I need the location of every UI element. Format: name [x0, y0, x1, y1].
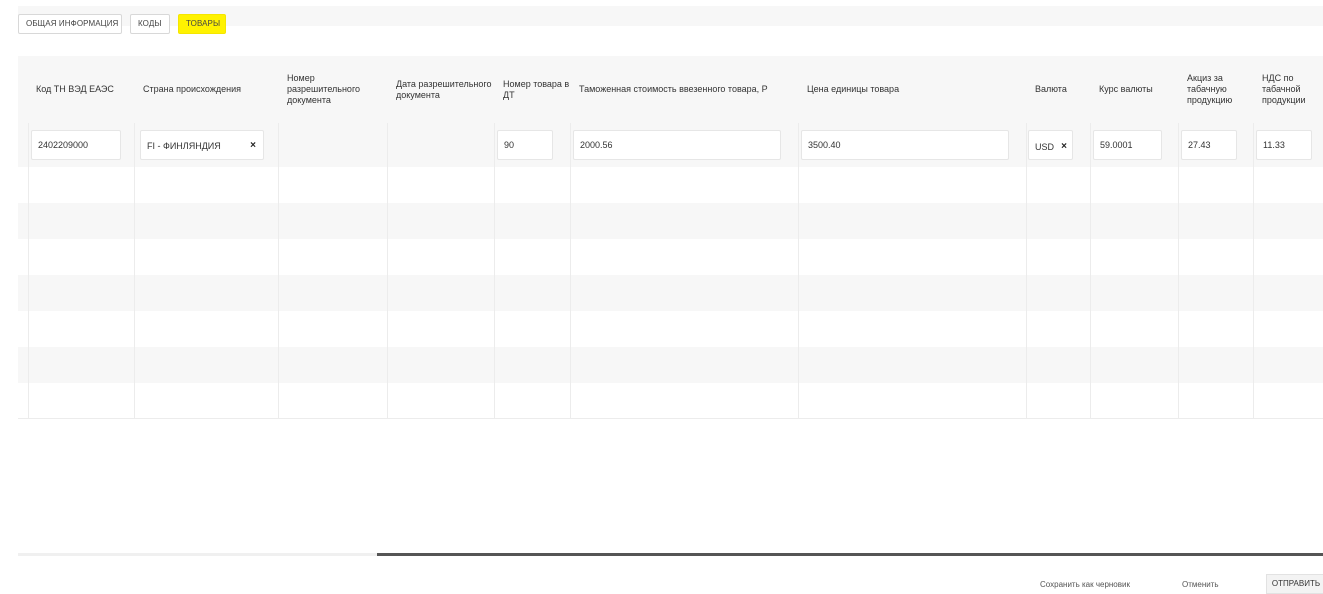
column-divider — [1026, 123, 1027, 418]
table-row — [18, 383, 1323, 419]
currency-value: USD — [1035, 142, 1055, 152]
table-row: 2402209000 FI - ФИНЛЯНДИЯ × 90 2000.56 3… — [18, 123, 1323, 167]
table-row — [18, 167, 1323, 203]
tab-goods[interactable]: ТОВАРЫ — [178, 14, 226, 34]
column-header-customs-value: Таможенная стоимость ввезенного товара, … — [579, 84, 768, 94]
column-header-tnved: Код ТН ВЭД ЕАЭС — [36, 84, 114, 94]
column-divider — [28, 123, 29, 418]
table-row — [18, 239, 1323, 275]
unit-price-input[interactable]: 3500.40 — [801, 130, 1009, 160]
column-header-vat: НДС по табачной продукции — [1262, 73, 1306, 105]
column-divider — [1178, 123, 1179, 418]
column-header-permit-number: Номер разрешительного документа — [287, 73, 361, 105]
column-divider — [798, 123, 799, 418]
excise-input[interactable]: 27.43 — [1181, 130, 1237, 160]
column-header-permit-date: Дата разрешительного документа — [396, 78, 492, 100]
country-select[interactable]: FI - ФИНЛЯНДИЯ × — [140, 130, 264, 160]
tab-codes[interactable]: КОДЫ — [130, 14, 170, 34]
exchange-rate-input[interactable]: 59.0001 — [1093, 130, 1162, 160]
table-row — [18, 311, 1323, 347]
goods-number-input[interactable]: 90 — [497, 130, 553, 160]
cancel-button[interactable]: Отменить — [1182, 577, 1219, 593]
column-divider — [387, 123, 388, 418]
table-row — [18, 203, 1323, 239]
column-header-goods-number: Номер товара в ДТ — [503, 78, 570, 100]
send-button[interactable]: ОТПРАВИТЬ — [1266, 574, 1323, 594]
clear-country-icon[interactable]: × — [250, 131, 256, 161]
column-header-excise: Акциз за табачную продукцию — [1187, 73, 1233, 105]
horizontal-scrollbar-thumb[interactable] — [377, 553, 1323, 556]
column-header-currency: Валюта — [1035, 84, 1067, 94]
table-row — [18, 347, 1323, 383]
column-divider — [1090, 123, 1091, 418]
column-divider — [494, 123, 495, 418]
customs-value-input[interactable]: 2000.56 — [573, 130, 781, 160]
country-value: FI - ФИНЛЯНДИЯ — [147, 141, 221, 151]
table-header: Код ТН ВЭД ЕАЭС Страна происхождения Ном… — [18, 56, 1323, 123]
clear-currency-icon[interactable]: × — [1061, 131, 1067, 163]
currency-select[interactable]: USD × — [1028, 130, 1073, 160]
column-divider — [570, 123, 571, 418]
save-draft-button[interactable]: Сохранить как черновик — [1040, 577, 1130, 593]
column-header-exchange-rate: Курс валюты — [1099, 84, 1153, 94]
column-header-country: Страна происхождения — [143, 84, 241, 94]
column-divider — [278, 123, 279, 418]
tab-general-info[interactable]: ОБЩАЯ ИНФОРМАЦИЯ — [18, 14, 122, 34]
tnved-code-input[interactable]: 2402209000 — [31, 130, 121, 160]
vat-input[interactable]: 11.33 — [1256, 130, 1312, 160]
table-row — [18, 275, 1323, 311]
table-bottom-border — [18, 418, 1323, 419]
column-divider — [134, 123, 135, 418]
column-divider — [1253, 123, 1254, 418]
column-header-unit-price: Цена единицы товара — [807, 84, 900, 94]
